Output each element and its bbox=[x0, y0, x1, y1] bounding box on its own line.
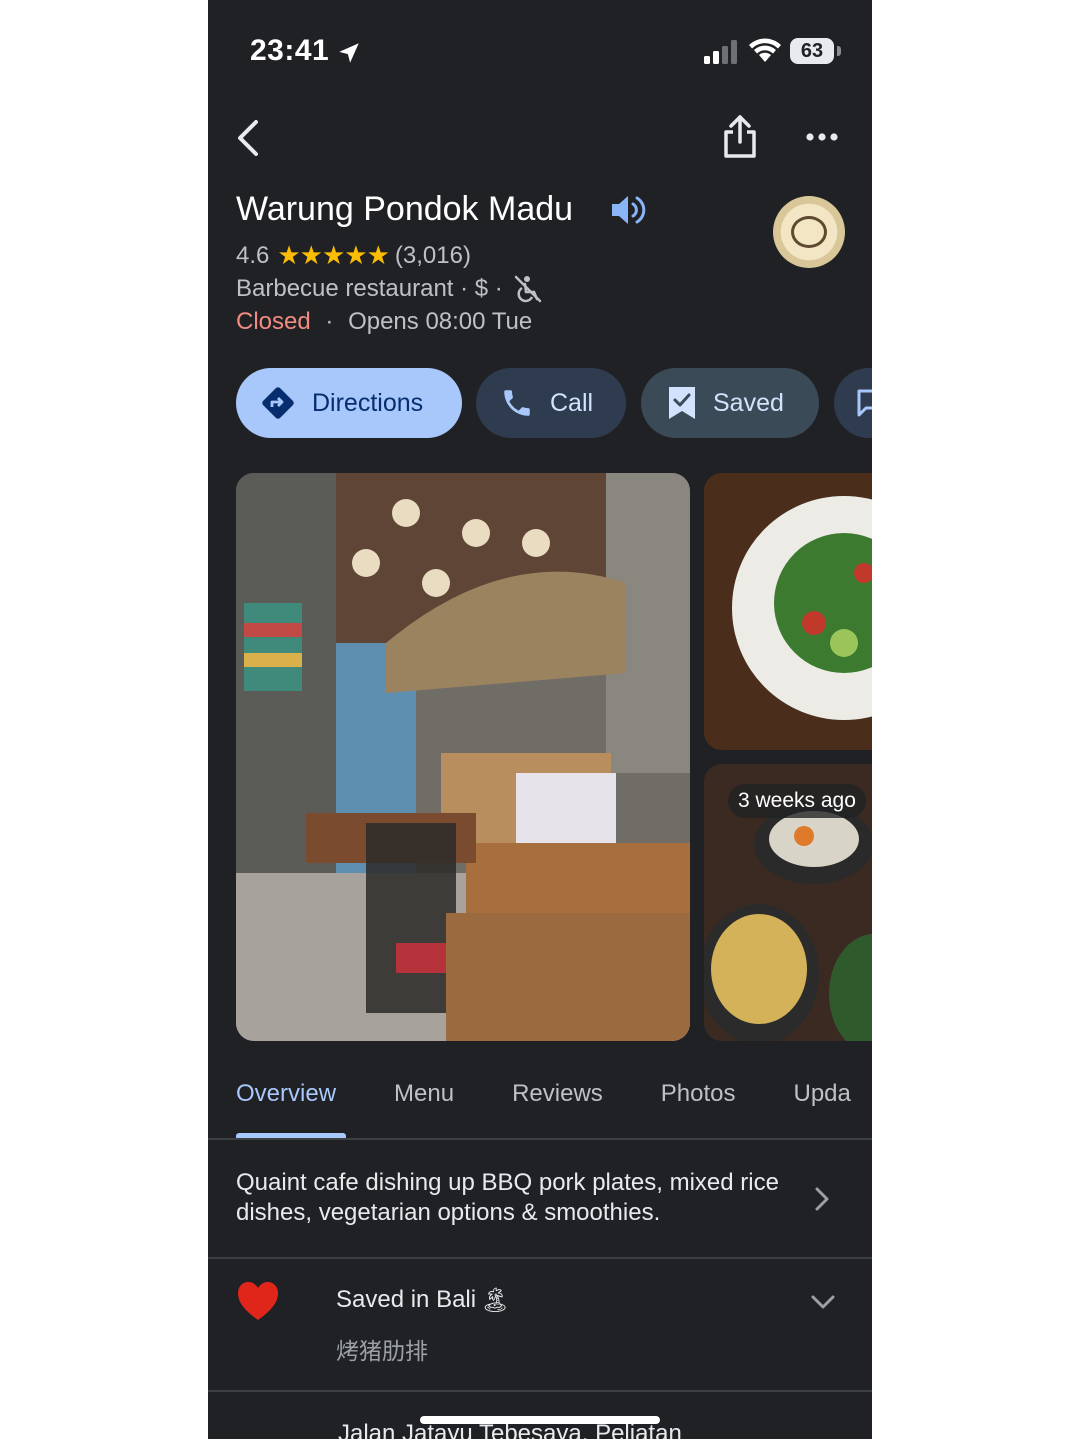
directions-button[interactable]: Directions bbox=[236, 368, 462, 438]
saved-button[interactable]: Saved bbox=[641, 368, 819, 438]
saved-list-name[interactable]: Saved in Bali 🏝 bbox=[336, 1286, 511, 1314]
more-options-icon[interactable] bbox=[806, 130, 838, 144]
heart-icon bbox=[238, 1282, 278, 1320]
saved-label: Saved bbox=[713, 388, 784, 417]
photo-salad[interactable] bbox=[704, 473, 872, 750]
review-icon bbox=[857, 389, 872, 417]
chevron-down-icon[interactable] bbox=[810, 1292, 836, 1312]
star-rating-icon: ★★★★★ bbox=[277, 240, 390, 270]
category-text: Barbecue restaurant · $ · bbox=[236, 275, 503, 302]
hours-separator: · bbox=[325, 308, 334, 335]
cellular-signal-icon bbox=[704, 40, 737, 64]
tab-bar: Overview Menu Reviews Photos Upda bbox=[236, 1080, 872, 1108]
interior-photo-image bbox=[236, 473, 690, 1041]
status-time: 23:41 bbox=[250, 34, 330, 67]
place-screen: 23:41 63 Warung Pondok Madu 4.6 ★★★★★ (3… bbox=[208, 0, 872, 1439]
directions-icon bbox=[260, 385, 296, 421]
salad-photo-image bbox=[704, 473, 872, 750]
share-icon[interactable] bbox=[720, 114, 760, 160]
call-label: Call bbox=[550, 388, 594, 417]
place-description[interactable]: Quaint cafe dishing up BBQ pork plates, … bbox=[236, 1168, 796, 1228]
section-divider bbox=[208, 1257, 872, 1259]
island-icon: 🏝 bbox=[480, 1286, 511, 1314]
photo-interior[interactable] bbox=[236, 473, 690, 1041]
tab-overview[interactable]: Overview bbox=[236, 1080, 336, 1108]
place-title: Warung Pondok Madu bbox=[236, 190, 574, 228]
rating-value: 4.6 bbox=[236, 241, 270, 269]
directions-label: Directions bbox=[312, 388, 424, 417]
place-logo[interactable] bbox=[773, 196, 845, 268]
more-actions-button[interactable] bbox=[834, 368, 872, 438]
tab-menu[interactable]: Menu bbox=[394, 1080, 454, 1108]
location-arrow-icon bbox=[339, 43, 359, 63]
battery-level: 63 bbox=[790, 38, 834, 64]
phone-icon bbox=[500, 386, 534, 420]
logo-emblem bbox=[791, 216, 827, 248]
tab-reviews[interactable]: Reviews bbox=[512, 1080, 603, 1108]
section-divider bbox=[208, 1390, 872, 1392]
open-status: Closed bbox=[236, 308, 311, 335]
pronounce-speaker-icon[interactable] bbox=[608, 192, 648, 228]
not-wheelchair-accessible-icon bbox=[514, 275, 542, 303]
chevron-right-icon[interactable] bbox=[812, 1186, 832, 1212]
wifi-icon bbox=[749, 38, 781, 62]
photo-age-badge: 3 weeks ago bbox=[728, 784, 866, 818]
call-button[interactable]: Call bbox=[476, 368, 626, 438]
rating-row[interactable]: 4.6 ★★★★★ (3,016) bbox=[236, 240, 471, 271]
home-indicator[interactable] bbox=[420, 1416, 660, 1424]
bookmark-check-icon bbox=[667, 385, 697, 421]
hours-row[interactable]: Closed · Opens 08:00 Tue bbox=[236, 308, 532, 336]
saved-list-label: Saved in Bali bbox=[336, 1286, 477, 1313]
category-row: Barbecue restaurant · $ · bbox=[236, 274, 543, 304]
tab-divider bbox=[208, 1138, 872, 1140]
saved-note: 烤猪肋排 bbox=[336, 1339, 428, 1365]
tab-photos[interactable]: Photos bbox=[661, 1080, 736, 1108]
opening-time: Opens 08:00 Tue bbox=[348, 308, 533, 335]
battery-tip bbox=[837, 46, 841, 56]
back-arrow-icon[interactable] bbox=[232, 118, 262, 158]
review-count: (3,016) bbox=[394, 241, 471, 269]
tab-updates[interactable]: Upda bbox=[794, 1080, 851, 1108]
